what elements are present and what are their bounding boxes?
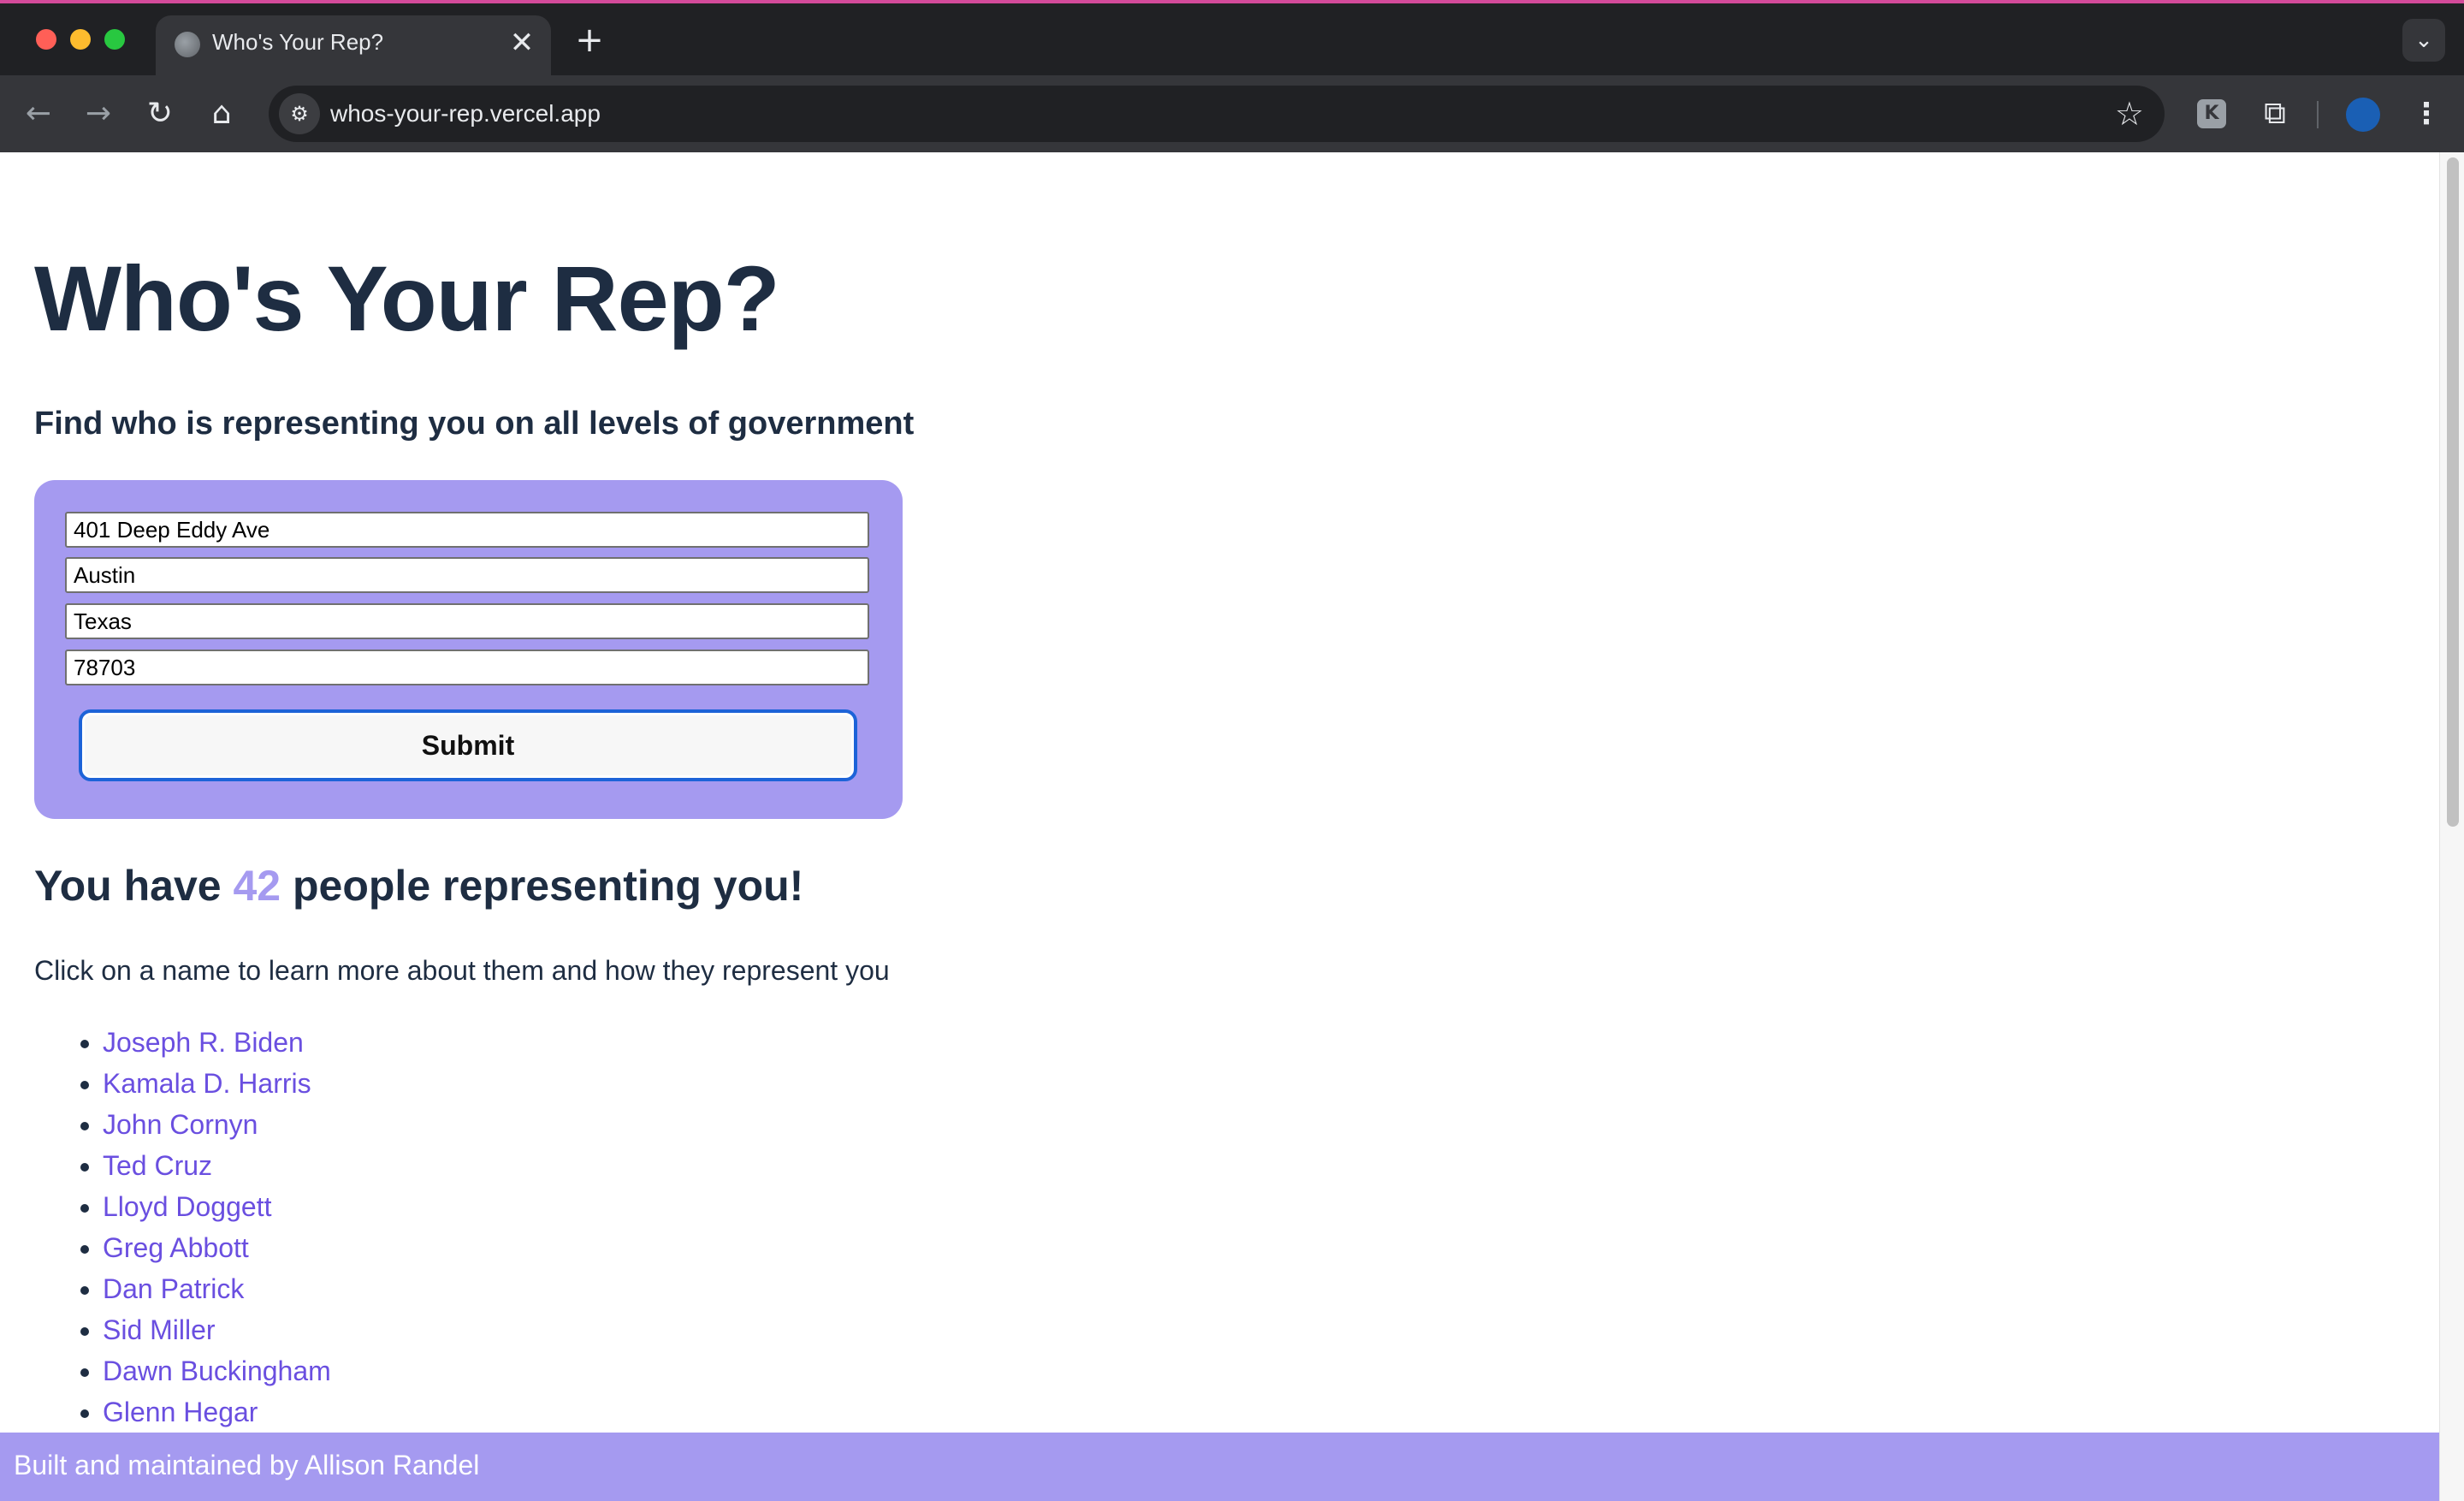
bookmark-star-icon[interactable]: ☆	[2115, 94, 2144, 133]
url-text[interactable]: whos-your-rep.vercel.app	[330, 100, 601, 128]
back-arrow-icon[interactable]: ←	[19, 94, 58, 133]
city-input[interactable]	[65, 557, 869, 593]
list-item: Sid Miller	[103, 1309, 331, 1350]
new-tab-button[interactable]: +	[572, 22, 607, 58]
profile-avatar[interactable]	[2346, 98, 2380, 132]
window-zoom-button[interactable]	[104, 29, 125, 50]
tab-title: Who's Your Rep?	[212, 29, 384, 55]
list-item: Ted Cruz	[103, 1145, 331, 1186]
submit-button[interactable]: Submit	[79, 709, 857, 781]
globe-icon	[175, 32, 200, 57]
representative-link[interactable]: Glenn Hegar	[103, 1397, 258, 1427]
browser-tab-strip: Who's Your Rep? ✕ + ⌄	[0, 0, 2464, 79]
representative-link[interactable]: Sid Miller	[103, 1314, 216, 1345]
home-icon[interactable]: ⌂	[202, 94, 241, 133]
forward-arrow-icon[interactable]: →	[79, 94, 118, 133]
representative-link[interactable]: John Cornyn	[103, 1109, 258, 1140]
representative-link[interactable]: Dan Patrick	[103, 1273, 244, 1304]
close-icon[interactable]: ✕	[506, 27, 537, 58]
page-footer: Built and maintained by Allison Randel	[0, 1433, 2440, 1501]
list-item: Joseph R. Biden	[103, 1022, 331, 1063]
state-input[interactable]	[65, 603, 869, 639]
representative-link[interactable]: Ted Cruz	[103, 1150, 212, 1181]
count-suffix: people representing you!	[281, 862, 804, 910]
extension-k-icon[interactable]: K	[2197, 99, 2226, 128]
street-address-input[interactable]	[65, 512, 869, 548]
list-item: John Cornyn	[103, 1104, 331, 1145]
list-item: Greg Abbott	[103, 1227, 331, 1268]
browser-tab-active[interactable]: Who's Your Rep? ✕	[156, 15, 551, 79]
browser-menu-icon[interactable]: ⋮	[2409, 94, 2443, 133]
representative-link[interactable]: Greg Abbott	[103, 1232, 249, 1263]
extensions-puzzle-icon[interactable]: ⧉	[2255, 94, 2295, 133]
tab-search-chevron-icon[interactable]: ⌄	[2402, 19, 2445, 62]
toolbar-divider	[2317, 101, 2319, 128]
count-prefix: You have	[34, 862, 234, 910]
window-close-button[interactable]	[36, 29, 56, 50]
page-viewport: Who's Your Rep? Find who is representing…	[0, 152, 2464, 1501]
page-title: Who's Your Rep?	[34, 246, 780, 350]
browser-toolbar: ← → ↻ ⌂ ⚙ whos-your-rep.vercel.app ☆ K ⧉…	[0, 75, 2464, 152]
representative-count-heading: You have 42 people representing you!	[34, 861, 803, 911]
scrollbar-thumb[interactable]	[2447, 157, 2459, 827]
footer-credit: Built and maintained by Allison Randel	[14, 1450, 480, 1480]
list-item: Lloyd Doggett	[103, 1186, 331, 1227]
zip-code-input[interactable]	[65, 650, 869, 685]
representative-link[interactable]: Kamala D. Harris	[103, 1068, 311, 1099]
address-bar[interactable]: ⚙ whos-your-rep.vercel.app ☆	[269, 86, 2165, 142]
list-item: Glenn Hegar	[103, 1391, 331, 1433]
page-scrollbar[interactable]	[2439, 152, 2464, 1501]
representative-link[interactable]: Dawn Buckingham	[103, 1356, 331, 1386]
page-subtitle: Find who is representing you on all leve…	[34, 406, 915, 442]
representatives-list: Joseph R. Biden Kamala D. Harris John Co…	[34, 1022, 331, 1433]
representative-link[interactable]: Lloyd Doggett	[103, 1191, 271, 1222]
list-item: Dan Patrick	[103, 1268, 331, 1309]
representative-link[interactable]: Joseph R. Biden	[103, 1027, 304, 1058]
representative-count: 42	[233, 862, 281, 910]
reload-icon[interactable]: ↻	[140, 94, 180, 133]
instructions-text: Click on a name to learn more about them…	[34, 955, 890, 986]
list-item: Kamala D. Harris	[103, 1063, 331, 1104]
site-settings-icon[interactable]: ⚙	[279, 93, 320, 134]
window-minimize-button[interactable]	[70, 29, 91, 50]
address-form: Submit	[34, 480, 903, 819]
list-item: Dawn Buckingham	[103, 1350, 331, 1391]
